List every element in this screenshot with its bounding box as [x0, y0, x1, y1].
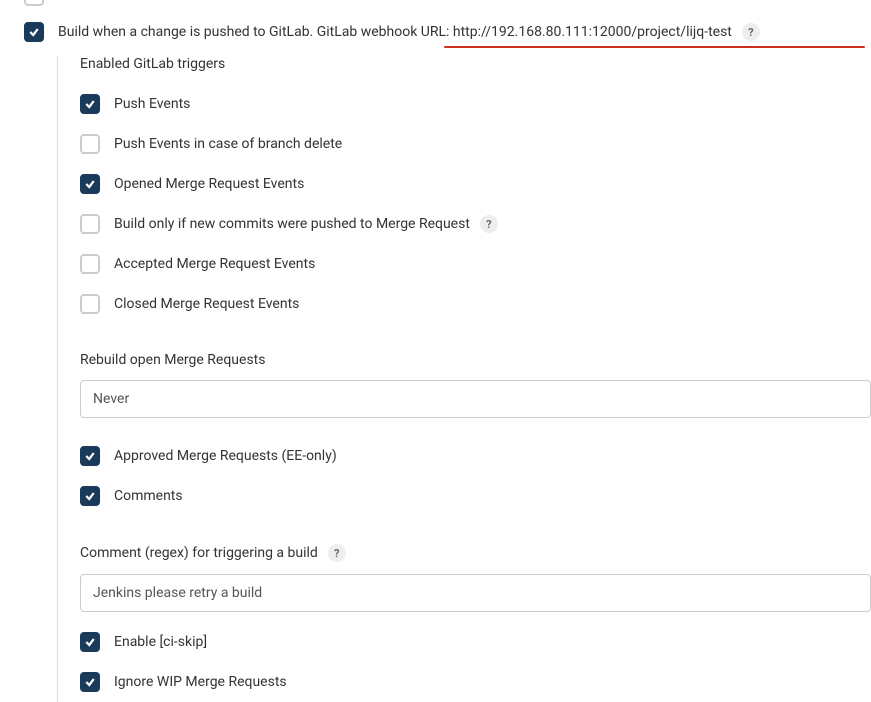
approved-mr-label: Approved Merge Requests (EE-only) — [114, 448, 337, 464]
push-events-checkbox[interactable] — [80, 94, 100, 114]
accepted-mr-checkbox[interactable] — [80, 254, 100, 274]
ci-skip-checkbox[interactable] — [80, 632, 100, 652]
push-events-label: Push Events — [114, 96, 190, 112]
rebuild-mr-select[interactable] — [80, 380, 871, 418]
partial-checkbox-top[interactable] — [24, 0, 44, 6]
help-icon[interactable]: ? — [480, 215, 498, 233]
ignore-wip-label: Ignore WIP Merge Requests — [114, 674, 287, 690]
accepted-mr-label: Accepted Merge Request Events — [114, 256, 315, 272]
gitlab-build-trigger-checkbox[interactable] — [24, 22, 44, 42]
help-icon[interactable]: ? — [328, 544, 346, 562]
push-branch-delete-checkbox[interactable] — [80, 134, 100, 154]
approved-mr-checkbox[interactable] — [80, 446, 100, 466]
opened-mr-checkbox[interactable] — [80, 174, 100, 194]
comment-regex-label: Comment (regex) for triggering a build — [80, 545, 318, 561]
closed-mr-label: Closed Merge Request Events — [114, 296, 299, 312]
rebuild-mr-label: Rebuild open Merge Requests — [80, 352, 265, 368]
closed-mr-checkbox[interactable] — [80, 294, 100, 314]
ci-skip-label: Enable [ci-skip] — [114, 634, 207, 650]
comments-label: Comments — [114, 488, 183, 504]
comments-checkbox[interactable] — [80, 486, 100, 506]
ignore-wip-checkbox[interactable] — [80, 672, 100, 692]
build-new-commits-checkbox[interactable] — [80, 214, 100, 234]
comment-regex-input[interactable] — [80, 574, 871, 612]
enabled-triggers-title: Enabled GitLab triggers — [58, 56, 871, 72]
help-icon[interactable]: ? — [742, 23, 760, 41]
push-branch-delete-label: Push Events in case of branch delete — [114, 136, 342, 152]
gitlab-build-trigger-label: Build when a change is pushed to GitLab.… — [58, 24, 732, 40]
opened-mr-label: Opened Merge Request Events — [114, 176, 304, 192]
build-new-commits-label: Build only if new commits were pushed to… — [114, 216, 470, 232]
